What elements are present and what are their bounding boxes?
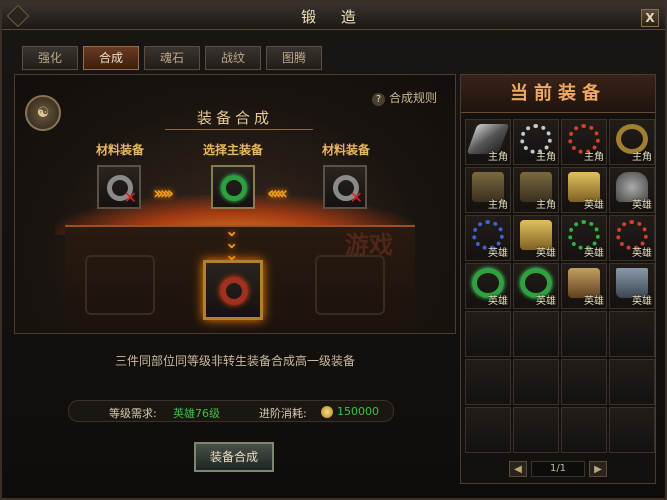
requirement-bar: 等级需求: 英雄76级 进阶消耗: 150000 <box>68 400 394 422</box>
next-page-button[interactable]: ▶ <box>589 461 607 477</box>
tab-synthesis[interactable]: 合成 <box>83 46 139 70</box>
arrows-left-icon: ‹‹‹‹‹ <box>267 183 288 204</box>
empty-equipment-slot[interactable] <box>561 359 607 405</box>
main-equipment-label: 选择主装备 <box>202 143 263 157</box>
owner-tag: 英雄 <box>488 296 508 307</box>
equipment-slot[interactable]: 英雄 <box>609 215 655 261</box>
level-requirement-label: 等级需求: <box>109 407 157 420</box>
owner-tag: 英雄 <box>632 248 652 259</box>
owner-tag: 英雄 <box>632 200 652 211</box>
empty-equipment-slot[interactable] <box>465 311 511 357</box>
cost-value: 150000 <box>337 405 379 418</box>
green-ring-icon <box>221 175 247 201</box>
forge-ornament-left <box>85 255 155 315</box>
material-slot-right[interactable]: ✕ <box>323 165 367 209</box>
owner-tag: 主角 <box>632 152 652 163</box>
tab-totem[interactable]: 图腾 <box>266 46 322 70</box>
empty-equipment-slot[interactable] <box>561 311 607 357</box>
prev-page-button[interactable]: ◀ <box>509 461 527 477</box>
empty-equipment-slot[interactable] <box>513 311 559 357</box>
owner-tag: 英雄 <box>536 296 556 307</box>
watermark: 游戏 <box>345 231 393 259</box>
owner-tag: 英雄 <box>536 248 556 259</box>
equipment-slot[interactable]: 主角 <box>561 119 607 165</box>
synthesis-description: 三件同部位同等级非转生装备合成高一级装备 <box>114 354 355 368</box>
synthesis-panel: ☯ ? 合成规则 装备合成 材料装备 选择主装备 材料装备 游戏 ✕ ››››› … <box>14 74 456 334</box>
empty-equipment-slot[interactable] <box>561 407 607 453</box>
close-button[interactable]: X <box>641 9 659 27</box>
current-equipment-panel: 当前装备 主角 主角 主角 主角 主角 主角 英雄 英雄 英雄 英雄 英雄 英雄 英雄 英雄 英雄 英雄 ◀ … <box>460 74 656 484</box>
equipment-slot[interactable]: 主角 <box>465 167 511 213</box>
material-left-label: 材料装备 <box>95 143 144 157</box>
equipment-slot[interactable]: 主角 <box>609 119 655 165</box>
empty-equipment-slot[interactable] <box>513 407 559 453</box>
cost-label: 进阶消耗: <box>259 407 307 420</box>
rules-link[interactable]: ? 合成规则 <box>371 89 437 106</box>
equipment-slot[interactable]: 主角 <box>465 119 511 165</box>
equipment-slot[interactable]: 英雄 <box>513 263 559 309</box>
arrows-right-icon: ››››› <box>153 183 174 204</box>
owner-tag: 主角 <box>536 152 556 163</box>
tab-soulstone[interactable]: 魂石 <box>144 46 200 70</box>
owner-tag: 主角 <box>536 200 556 211</box>
arrows-down-icon: ⌄ ⌄ ⌄ <box>225 221 239 264</box>
owner-tag: 英雄 <box>584 296 604 307</box>
level-requirement-value: 英雄76级 <box>173 407 220 420</box>
equipment-slot[interactable]: 英雄 <box>609 263 655 309</box>
rules-link-label: 合成规则 <box>388 91 437 105</box>
empty-equipment-slot[interactable] <box>513 359 559 405</box>
owner-tag: 英雄 <box>584 248 604 259</box>
owner-tag: 英雄 <box>488 248 508 259</box>
synthesize-button[interactable]: 装备合成 <box>194 442 274 472</box>
gold-coin-icon <box>321 406 333 418</box>
equipment-slot[interactable]: 英雄 <box>513 215 559 261</box>
equipment-slot[interactable]: 英雄 <box>561 215 607 261</box>
empty-equipment-slot[interactable] <box>465 359 511 405</box>
tab-enhance[interactable]: 强化 <box>22 46 78 70</box>
page-indicator: 1/1 <box>531 461 585 477</box>
tab-bar: 强化 合成 魂石 战纹 图腾 <box>22 46 322 70</box>
material-slot-left[interactable]: ✕ <box>97 165 141 209</box>
empty-equipment-slot[interactable] <box>609 359 655 405</box>
equipment-grid: 主角 主角 主角 主角 主角 主角 英雄 英雄 英雄 英雄 英雄 英雄 英雄 英雄 英雄 英雄 <box>465 119 655 453</box>
equipment-slot[interactable]: 英雄 <box>465 215 511 261</box>
forge-ornament-right <box>315 255 385 315</box>
pager: ◀ 1/1 ▶ <box>461 459 655 479</box>
help-icon: ? <box>371 93 385 106</box>
empty-equipment-slot[interactable] <box>609 407 655 453</box>
title-bar: 锻 造 X <box>2 2 665 30</box>
invalid-icon: ✕ <box>349 188 363 207</box>
forge-window: 锻 造 X 强化 合成 魂石 战纹 图腾 ☯ ? 合成规则 装备合成 材料装备 选… <box>0 0 667 500</box>
equipment-slot[interactable]: 主角 <box>513 119 559 165</box>
invalid-icon: ✕ <box>123 188 137 207</box>
main-equipment-slot[interactable] <box>211 165 255 209</box>
empty-equipment-slot[interactable] <box>609 311 655 357</box>
owner-tag: 主角 <box>488 200 508 211</box>
owner-tag: 主角 <box>584 152 604 163</box>
result-ring-icon <box>220 277 248 305</box>
result-slot[interactable] <box>203 260 263 320</box>
equipment-slot[interactable]: 英雄 <box>561 167 607 213</box>
title-divider <box>165 129 313 130</box>
equipment-slot[interactable]: 英雄 <box>561 263 607 309</box>
equipment-slot[interactable]: 英雄 <box>465 263 511 309</box>
owner-tag: 英雄 <box>632 296 652 307</box>
tab-battle-pattern[interactable]: 战纹 <box>205 46 261 70</box>
equipment-slot[interactable]: 英雄 <box>609 167 655 213</box>
window-title: 锻 造 <box>301 8 366 26</box>
material-right-label: 材料装备 <box>321 143 370 157</box>
current-equipment-title: 当前装备 <box>461 75 655 113</box>
owner-tag: 主角 <box>488 152 508 163</box>
owner-tag: 英雄 <box>584 200 604 211</box>
synthesis-title: 装备合成 <box>196 109 273 127</box>
equipment-slot[interactable]: 主角 <box>513 167 559 213</box>
empty-equipment-slot[interactable] <box>465 407 511 453</box>
